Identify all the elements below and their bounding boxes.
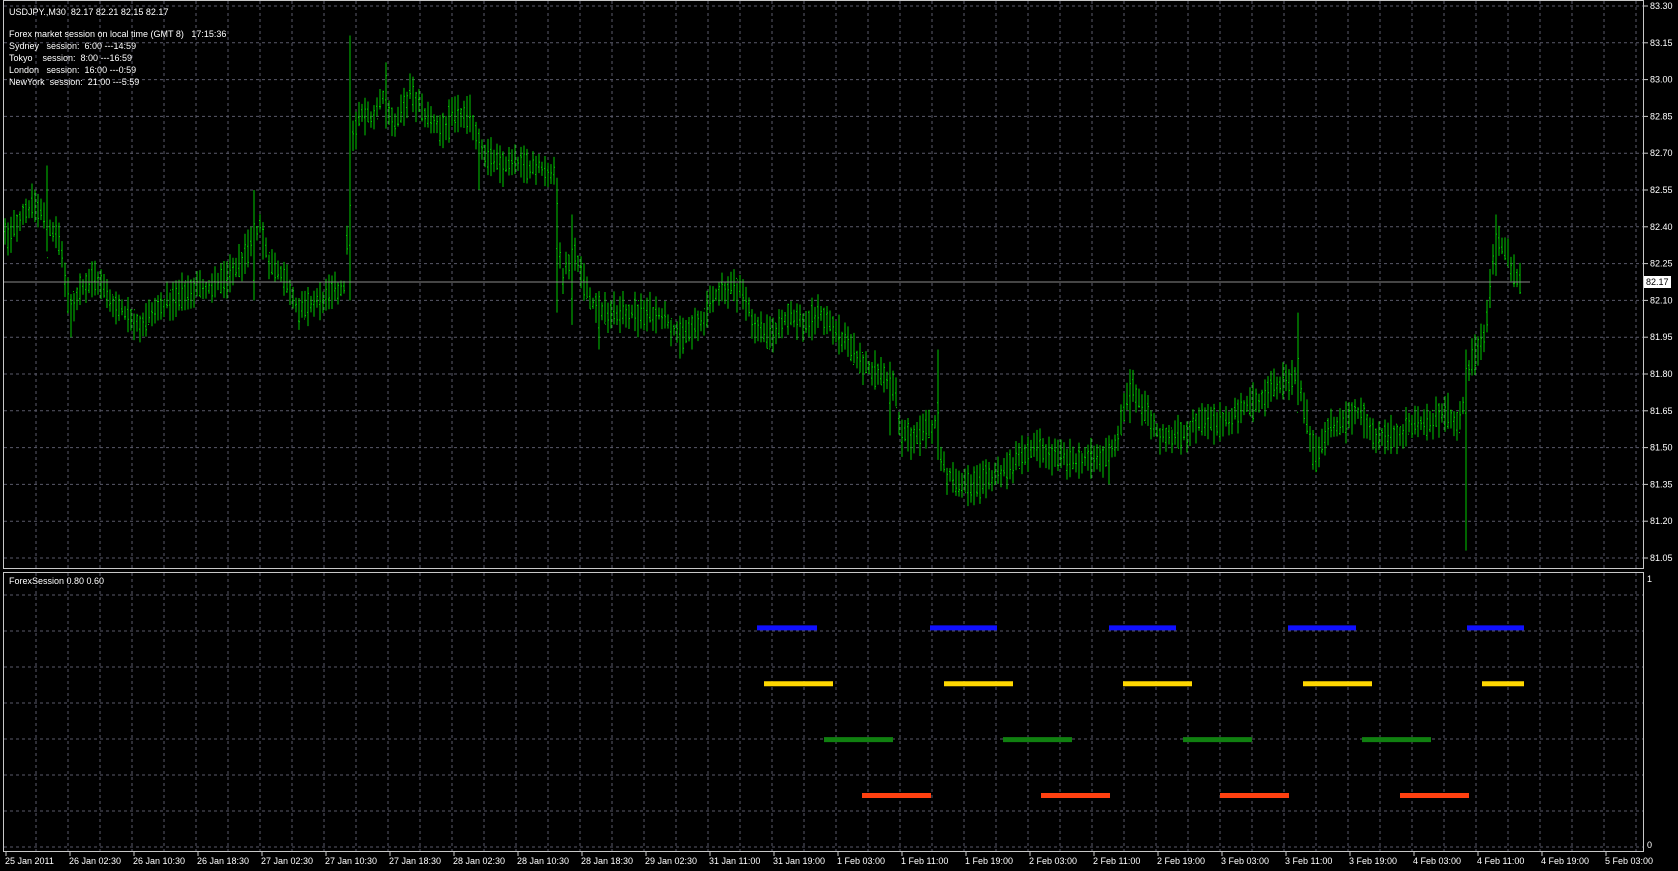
time-tick-label: 2 Feb 11:00 xyxy=(1093,856,1140,866)
price-tick-label: 82.10 xyxy=(1650,295,1673,305)
time-tick-label: 2 Feb 19:00 xyxy=(1157,856,1205,866)
price-tick-label: 81.80 xyxy=(1650,369,1673,379)
price-tick-label: 81.65 xyxy=(1650,406,1673,416)
time-tick-label: 26 Jan 02:30 xyxy=(69,856,121,866)
time-tick-label: 26 Jan 18:30 xyxy=(197,856,249,866)
time-tick-label: 3 Feb 03:00 xyxy=(1221,856,1269,866)
time-tick-label: 28 Jan 10:30 xyxy=(517,856,569,866)
time-tick-label: 3 Feb 11:00 xyxy=(1285,856,1332,866)
time-tick-label: 25 Jan 2011 xyxy=(5,856,54,866)
session-tokyo: Tokyo session: 8:00 ---16:59 xyxy=(9,53,133,63)
time-tick-label: 4 Feb 03:00 xyxy=(1413,856,1461,866)
time-tick-label: 4 Feb 11:00 xyxy=(1477,856,1524,866)
price-tick-label: 82.55 xyxy=(1650,185,1673,195)
time-tick-label: 27 Jan 18:30 xyxy=(389,856,441,866)
time-tick-label: 31 Jan 11:00 xyxy=(709,856,760,866)
price-tick-label: 82.70 xyxy=(1650,148,1673,158)
time-tick-label: 4 Feb 19:00 xyxy=(1541,856,1589,866)
price-tick-label: 83.00 xyxy=(1650,75,1673,85)
time-tick-label: 27 Jan 10:30 xyxy=(325,856,377,866)
time-tick-label: 5 Feb 03:00 xyxy=(1605,856,1653,866)
time-tick-label: 1 Feb 11:00 xyxy=(901,856,948,866)
indicator-scale-top: 1 xyxy=(1647,574,1652,584)
time-tick-label: 27 Jan 02:30 xyxy=(261,856,313,866)
session-sydney: Sydney session: 6:00 ---14:59 xyxy=(9,41,137,51)
session-london: London session: 16:00 ---0:59 xyxy=(9,65,137,75)
price-tick-label: 81.35 xyxy=(1650,479,1673,489)
price-tick-label: 82.85 xyxy=(1650,111,1673,121)
price-tick-label: 81.95 xyxy=(1650,332,1673,342)
indicator-label: ForexSession 0.80 0.60 xyxy=(9,576,105,586)
time-tick-label: 1 Feb 19:00 xyxy=(965,856,1013,866)
time-tick-label: 29 Jan 02:30 xyxy=(645,856,697,866)
price-tick-label: 82.40 xyxy=(1650,222,1673,232)
price-tick-label: 83.15 xyxy=(1650,38,1673,48)
time-tick-label: 3 Feb 19:00 xyxy=(1349,856,1397,866)
trading-chart[interactable]: 83.30 83.15 83.00 82.85 82.70 82.55 82.40 82.25… xyxy=(0,0,1678,871)
session-title: Forex market session on local time (GMT … xyxy=(9,29,227,39)
time-tick-label: 31 Jan 19:00 xyxy=(773,856,825,866)
indicator-scale-bottom: 0 xyxy=(1647,840,1652,850)
price-tick-label: 81.50 xyxy=(1650,443,1673,453)
price-tick-label: 81.05 xyxy=(1650,553,1673,563)
price-tick-label: 82.25 xyxy=(1650,259,1673,269)
time-tick-label: 26 Jan 10:30 xyxy=(133,856,185,866)
time-tick-label: 28 Jan 02:30 xyxy=(453,856,505,866)
session-newyork: NewYork session: 21:00 ---5:59 xyxy=(9,77,140,87)
time-tick-label: 1 Feb 03:00 xyxy=(837,856,885,866)
price-tick-label: 83.30 xyxy=(1650,1,1673,11)
price-tick-label: 81.20 xyxy=(1650,516,1673,526)
time-tick-label: 28 Jan 18:30 xyxy=(581,856,633,866)
symbol-info: USDJPY.,M30 82.17 82.21 82.15 82.17 xyxy=(9,7,169,17)
current-price-label: 82.17 xyxy=(1646,277,1669,287)
time-tick-label: 2 Feb 03:00 xyxy=(1029,856,1077,866)
